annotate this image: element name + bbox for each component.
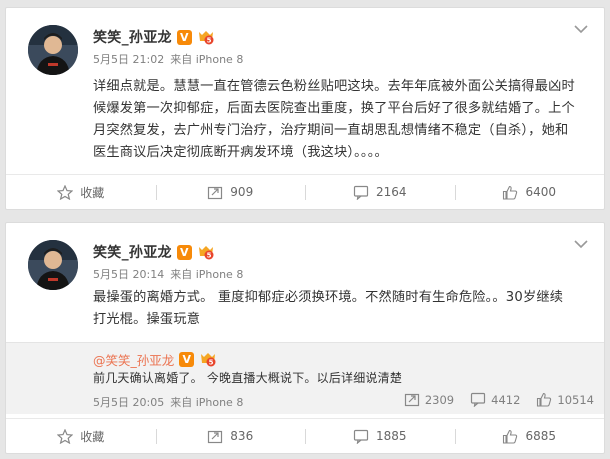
- vip-badge-icon[interactable]: V: [176, 29, 192, 45]
- like-button[interactable]: 6885: [454, 419, 605, 453]
- chevron-down-icon[interactable]: [574, 24, 588, 34]
- level-badge-icon[interactable]: 5: [197, 30, 215, 45]
- retweet-like-count: 10514: [557, 392, 594, 407]
- retweet-block[interactable]: @笑笑_孙亚龙 V 5 前几天确认离婚了。 今晚直播大概说下。以后详细说清楚 5…: [6, 342, 604, 414]
- favorite-button[interactable]: 收藏: [6, 175, 156, 209]
- weibo-post-card: 笑笑_孙亚龙 V 5 5月5日 21:02 来自 iPhone 8 详细点就是。…: [5, 7, 605, 210]
- weibo-post-card: 笑笑_孙亚龙 V 5 5月5日 20:14 来自 iPhone 8 最操蛋的离婚…: [5, 222, 605, 454]
- author-name[interactable]: 笑笑_孙亚龙: [93, 242, 172, 262]
- level-badge-number: 5: [206, 36, 211, 44]
- avatar-image-icon: [28, 240, 78, 290]
- post-source: 来自 iPhone 8: [170, 268, 244, 281]
- repost-button[interactable]: 909: [155, 175, 306, 209]
- vip-badge-icon[interactable]: V: [176, 244, 192, 260]
- avatar[interactable]: [28, 240, 78, 290]
- retweet-comment-count: 4412: [491, 392, 521, 407]
- retweet-comment-button[interactable]: 4412: [470, 392, 520, 407]
- post-text: 详细点就是。慧慧一直在管德云色粉丝贴吧这块。去年年底被外面公关搞得最凶时候爆发第…: [93, 79, 575, 160]
- comment-button[interactable]: 1885: [305, 419, 455, 453]
- star-icon: [57, 428, 74, 444]
- retweet-actions: 2309 4412 10514: [404, 392, 594, 407]
- repost-icon: [208, 430, 223, 443]
- avatar-image-icon: [28, 25, 78, 75]
- repost-icon: [404, 393, 419, 407]
- post-date[interactable]: 5月5日 20:14: [93, 266, 164, 282]
- retweet-meta: 5月5日 20:05 来自 iPhone 8: [93, 394, 243, 410]
- comment-count: 1885: [375, 429, 407, 443]
- like-count: 6400: [525, 185, 557, 199]
- favorite-label: 收藏: [80, 185, 105, 200]
- retweet-text: 前几天确认离婚了。 今晚直播大概说下。以后详细说清楚: [93, 371, 403, 385]
- repost-icon: [208, 186, 223, 199]
- comment-icon: [353, 185, 369, 200]
- comment-count: 2164: [375, 185, 407, 199]
- comment-icon: [353, 429, 369, 444]
- thumbs-up-icon: [537, 392, 552, 407]
- thumbs-up-icon: [503, 185, 518, 200]
- level-badge-icon[interactable]: 5: [197, 245, 215, 260]
- favorite-label: 收藏: [80, 429, 105, 444]
- retweet-author[interactable]: @笑笑_孙亚龙: [93, 350, 174, 369]
- vip-badge-icon[interactable]: V: [179, 352, 195, 367]
- repost-count: 909: [230, 185, 254, 199]
- avatar[interactable]: [28, 25, 78, 75]
- post-meta: 5月5日 21:02 来自 iPhone 8: [93, 51, 243, 67]
- level-badge-number: 5: [209, 359, 214, 367]
- action-bar: 收藏 909 2164 6400: [6, 174, 604, 209]
- post-text: 最操蛋的离婚方式。 重度抑郁症必须换环境。不然随时有生命危险。。30岁继续打光棍…: [93, 290, 564, 327]
- comment-icon: [471, 392, 486, 407]
- retweet-repost-button[interactable]: 2309: [404, 392, 454, 407]
- retweet-source: 来自 iPhone 8: [170, 396, 244, 409]
- post-date[interactable]: 5月5日 21:02: [93, 51, 164, 67]
- author-name[interactable]: 笑笑_孙亚龙: [93, 27, 172, 47]
- retweet-like-button[interactable]: 10514: [536, 392, 594, 407]
- retweet-repost-count: 2309: [424, 392, 455, 407]
- post-source: 来自 iPhone 8: [170, 53, 244, 66]
- post-meta: 5月5日 20:14 来自 iPhone 8: [93, 266, 243, 282]
- comment-button[interactable]: 2164: [305, 175, 455, 209]
- level-badge-number: 5: [206, 251, 211, 259]
- retweet-date[interactable]: 5月5日 20:05: [93, 394, 164, 410]
- like-count: 6885: [525, 429, 557, 443]
- thumbs-up-icon: [503, 429, 518, 444]
- star-icon: [57, 184, 74, 200]
- author-row: 笑笑_孙亚龙 V 5: [93, 242, 215, 262]
- repost-button[interactable]: 836: [155, 419, 306, 453]
- like-button[interactable]: 6400: [454, 175, 605, 209]
- retweet-author-row: @笑笑_孙亚龙 V 5: [93, 350, 217, 369]
- chevron-down-icon[interactable]: [574, 239, 588, 249]
- level-badge-icon[interactable]: 5: [199, 352, 217, 367]
- repost-count: 836: [230, 429, 254, 443]
- action-bar: 收藏 836 1885 6885: [6, 418, 604, 453]
- favorite-button[interactable]: 收藏: [6, 419, 156, 453]
- author-row: 笑笑_孙亚龙 V 5: [93, 27, 215, 47]
